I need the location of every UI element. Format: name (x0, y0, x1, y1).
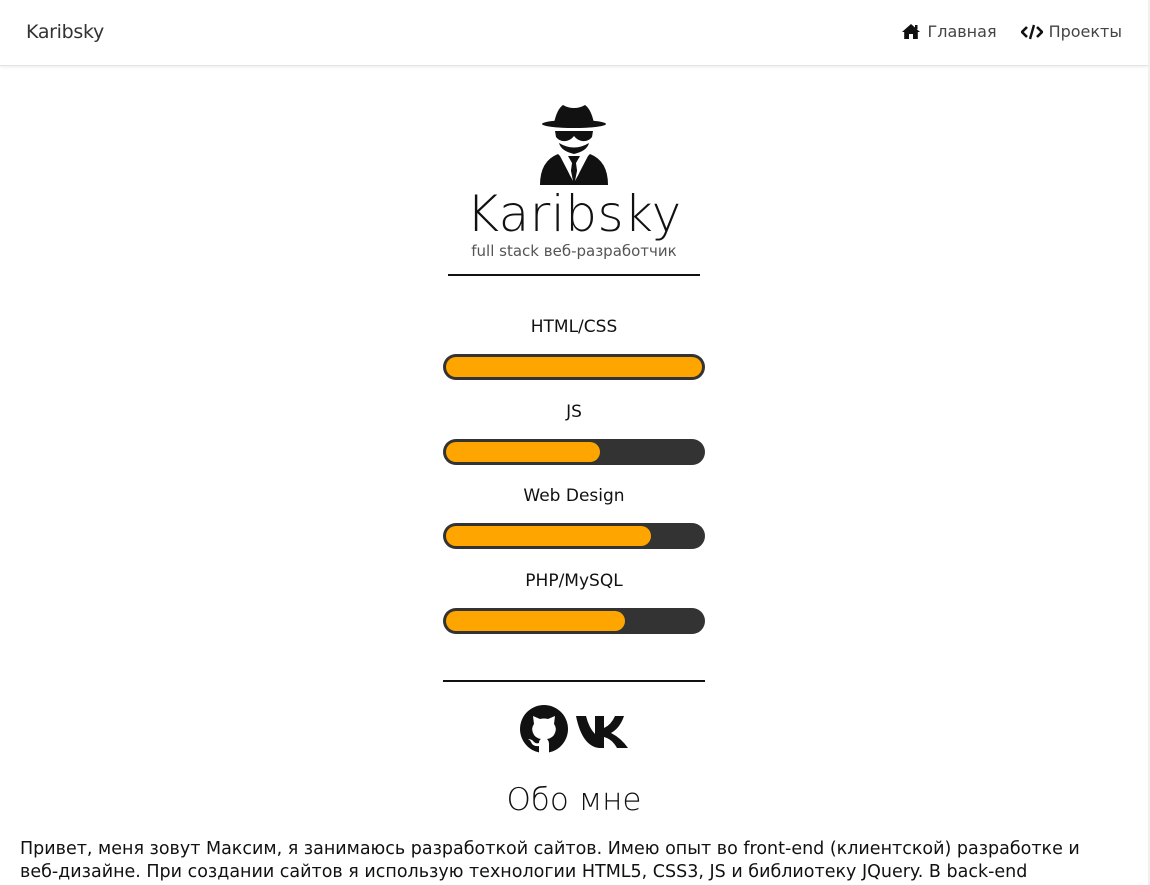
github-icon (520, 705, 568, 753)
about-text: Привет, меня зовут Максим, я занимаюсь р… (20, 839, 1080, 882)
skill-progress-bar (443, 354, 705, 380)
brand-link[interactable]: Karibsky (26, 21, 104, 43)
vk-icon (574, 708, 630, 750)
nav-link-label: Проекты (1048, 22, 1122, 41)
divider (443, 680, 705, 682)
nav-link-home[interactable]: Главная (901, 22, 997, 41)
top-navbar: Karibsky Главная Проекты (0, 0, 1148, 66)
hero-subtitle: full stack веб-разработчик (471, 242, 677, 260)
skill-progress-fill (446, 357, 702, 377)
github-link[interactable] (520, 705, 568, 753)
skill-progress-bar (443, 523, 705, 549)
home-icon (901, 23, 921, 40)
skill-label: Web Design (523, 486, 625, 506)
user-secret-icon (537, 103, 611, 185)
skill-progress-fill (446, 610, 626, 631)
skill-progress-bar (443, 607, 705, 634)
skill-item: HTML/CSS (0, 310, 1148, 395)
skill-label: PHP/MySQL (525, 570, 623, 591)
code-icon (1020, 24, 1043, 40)
skill-item: PHP/MySQL (0, 564, 1148, 649)
skill-progress-bar (443, 438, 705, 465)
skill-item: JS (0, 395, 1148, 480)
divider (448, 274, 700, 276)
skill-label: HTML/CSS (530, 317, 618, 337)
about-title: Обо мне (506, 782, 642, 818)
vk-link[interactable] (574, 708, 630, 750)
hero-name: Karibsky (466, 185, 682, 243)
skill-label: JS (566, 401, 582, 422)
skill-progress-fill (446, 526, 651, 546)
skill-progress-fill (446, 441, 600, 462)
skill-item: Web Design (0, 479, 1148, 564)
nav-link-projects[interactable]: Проекты (1020, 22, 1122, 41)
skills-list: HTML/CSS JS Web Design PHP/MySQL (0, 310, 1148, 648)
social-links (520, 705, 630, 753)
nav-link-label: Главная (927, 22, 997, 41)
nav-links: Главная Проекты (901, 22, 1122, 41)
